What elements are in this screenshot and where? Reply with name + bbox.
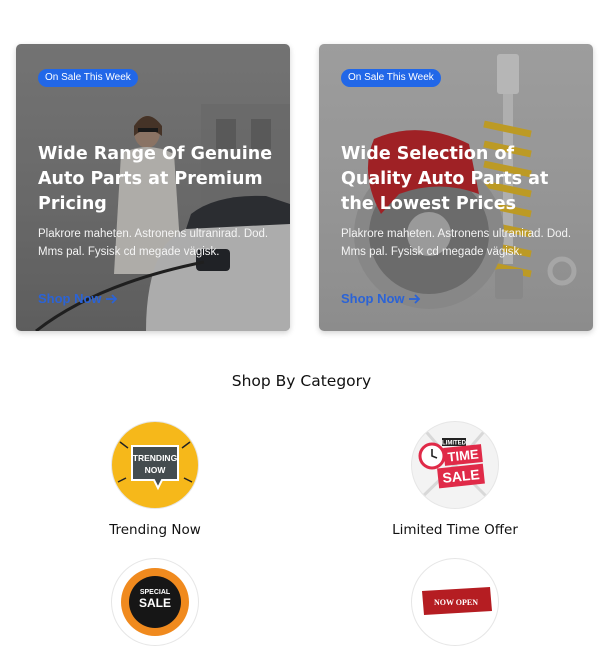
svg-text:SPECIAL: SPECIAL <box>140 589 171 596</box>
now-open-logo: NOW OPEN <box>411 558 499 646</box>
svg-text:SALE: SALE <box>139 596 171 610</box>
shop-now-link[interactable]: Shop Now <box>38 291 118 306</box>
shop-now-label: Shop Now <box>38 291 102 306</box>
promo-card-genuine-parts[interactable]: On Sale This Week Wide Range Of Genuine … <box>16 44 290 331</box>
category-limited-time-offer[interactable]: LIMITED TIME SALE Limited Time Offer <box>355 421 555 538</box>
on-sale-badge: On Sale This Week <box>38 69 138 87</box>
limited-time-sale-logo: LIMITED TIME SALE <box>411 421 499 509</box>
special-sale-logo: SPECIAL SALE <box>111 558 199 646</box>
shop-now-label: Shop Now <box>341 291 405 306</box>
promo-card-quality-parts[interactable]: On Sale This Week Wide Selection of Qual… <box>319 44 593 331</box>
section-title: Shop By Category <box>231 372 372 390</box>
category-trending-now[interactable]: TRENDING NOW Trending Now <box>55 421 255 538</box>
category-label: Limited Time Offer <box>392 522 518 538</box>
trending-now-logo: TRENDING NOW <box>111 421 199 509</box>
category-special-sale[interactable]: SPECIAL SALE <box>55 558 255 646</box>
card-description: Plakrore maheten. Astronens ultranirad. … <box>38 228 269 258</box>
arrow-right-icon <box>105 293 117 304</box>
arrow-right-icon <box>408 293 420 304</box>
svg-text:NOW OPEN: NOW OPEN <box>434 598 478 607</box>
card-title: Wide Range Of Genuine Auto Parts at Prem… <box>38 144 273 214</box>
on-sale-badge: On Sale This Week <box>341 69 441 87</box>
card-title: Wide Selection of Quality Auto Parts at … <box>341 144 549 214</box>
category-now-open[interactable]: NOW OPEN <box>355 558 555 646</box>
svg-text:LIMITED: LIMITED <box>442 441 467 447</box>
shop-now-link[interactable]: Shop Now <box>341 291 421 306</box>
svg-text:TRENDING: TRENDING <box>133 453 178 463</box>
card-description: Plakrore maheten. Astronens ultranirad. … <box>341 228 572 258</box>
svg-text:NOW: NOW <box>145 465 167 475</box>
category-label: Trending Now <box>109 522 201 538</box>
